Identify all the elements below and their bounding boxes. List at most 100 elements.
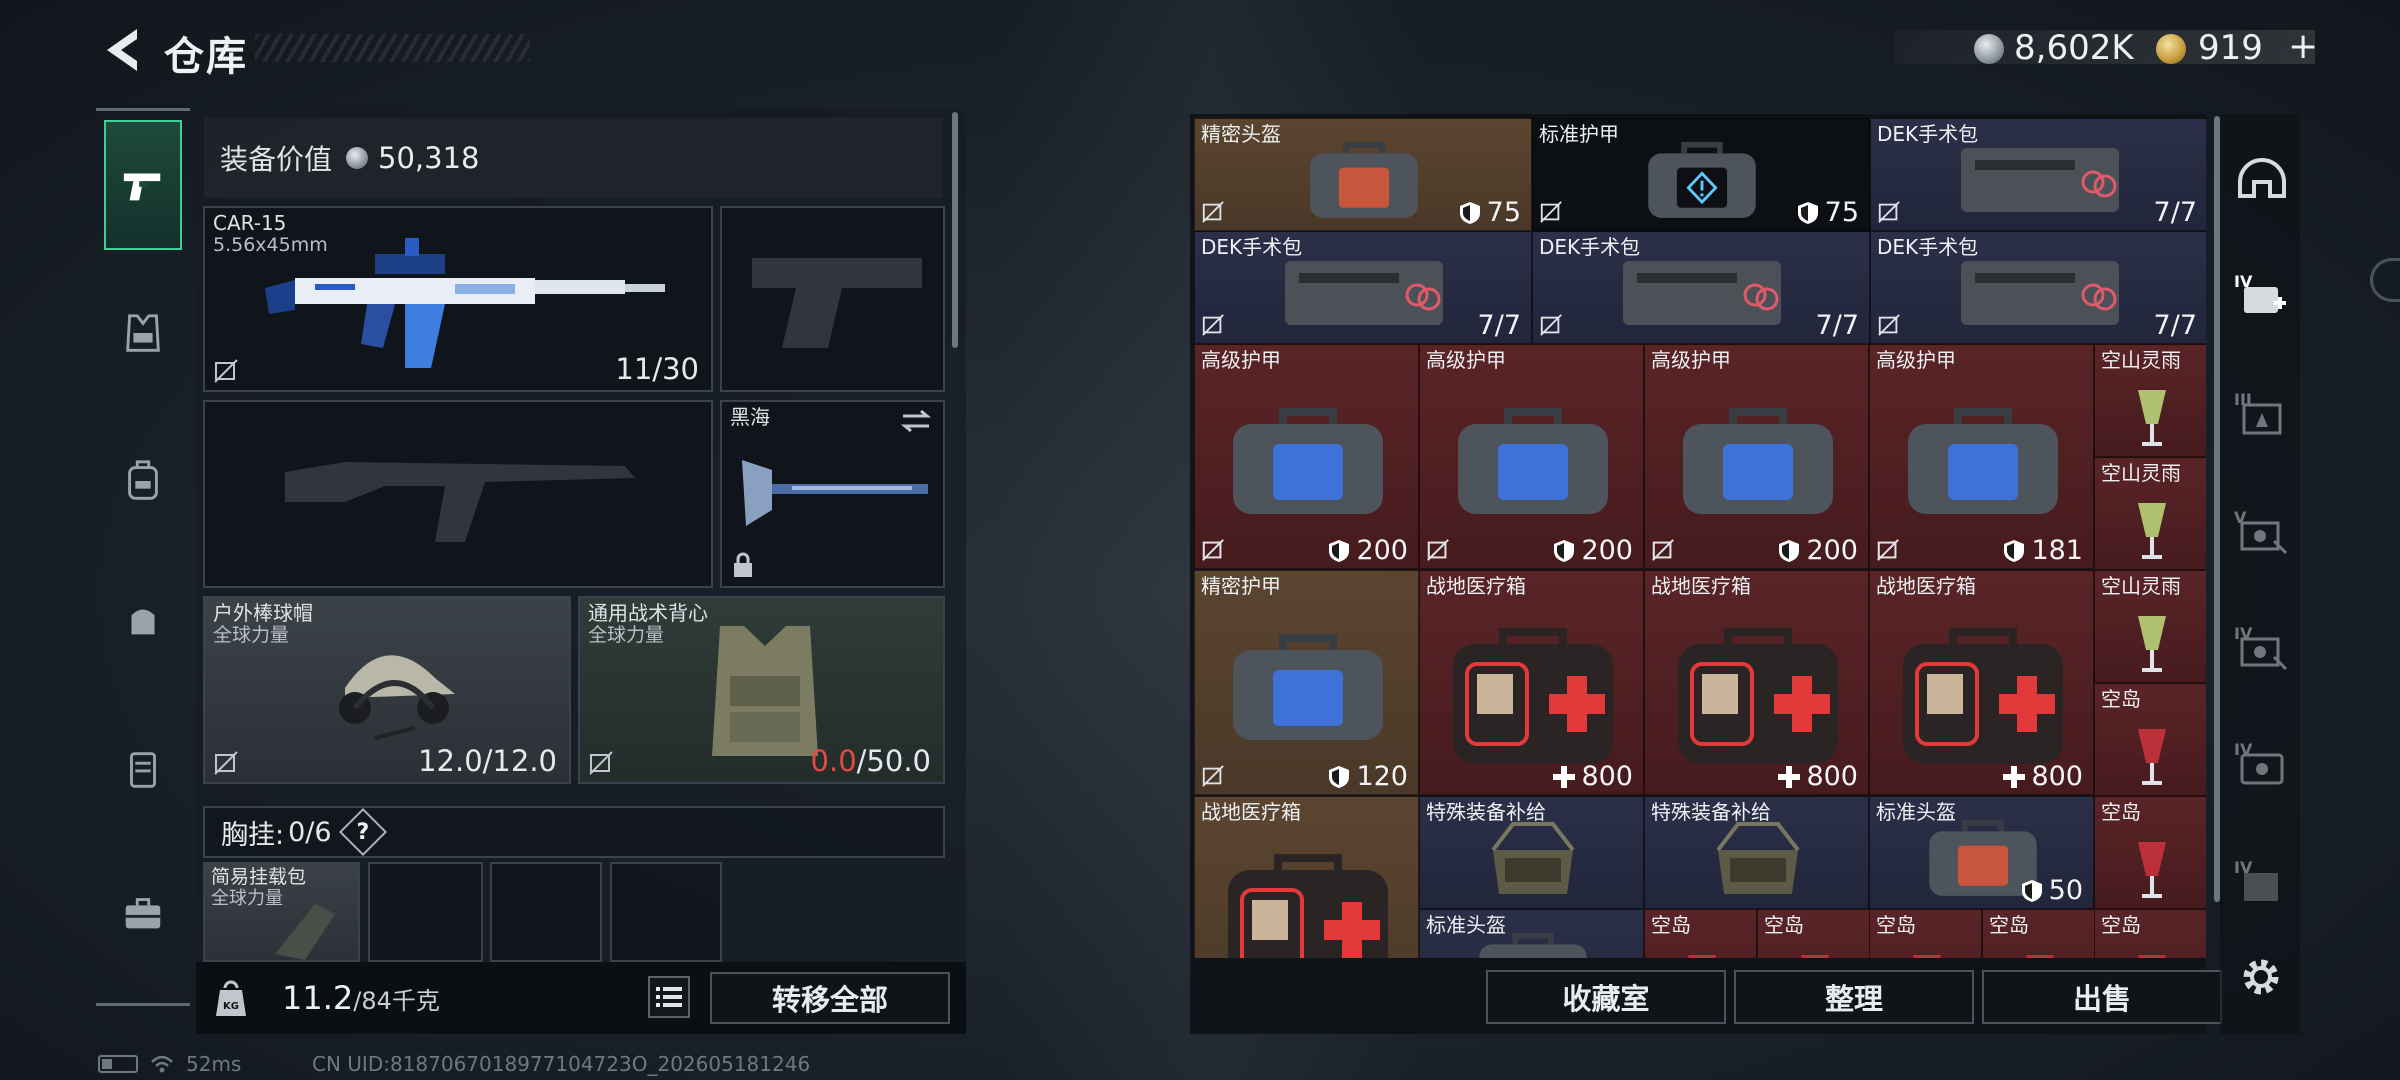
no-bind-icon — [1652, 539, 1674, 561]
collection-room-button[interactable]: 收藏室 — [1486, 970, 1726, 1024]
inventory-item[interactable]: 空岛 — [1757, 909, 1870, 958]
back-button[interactable] — [96, 22, 146, 78]
silver-coin-icon — [1974, 34, 2004, 64]
pistol-placeholder-icon — [752, 258, 922, 348]
armor-bag-icon — [1457, 407, 1608, 514]
no-bind-icon — [1540, 314, 1562, 336]
pack-iv-icon: IV — [2234, 858, 2278, 901]
no-bind-icon — [214, 751, 238, 775]
chest-rig-slot-2[interactable] — [368, 862, 483, 962]
settings-gear-icon[interactable] — [2236, 952, 2286, 1002]
tab-pouch[interactable] — [104, 556, 182, 686]
armor-slot[interactable]: 通用战术背心 全球力量 0.0/50.0 — [578, 596, 945, 784]
inventory-item[interactable]: 战地医疗箱 800 — [1419, 570, 1644, 795]
first-aid-box-icon — [1677, 627, 1838, 764]
inventory-item[interactable]: 战地医疗箱 — [1194, 796, 1419, 958]
melee-slot[interactable]: 黑海 — [720, 400, 945, 588]
inventory-item[interactable]: 空山灵雨 — [2094, 570, 2206, 683]
chest-help-button[interactable]: ? — [338, 807, 387, 857]
equipment-value-row: 装备价值 50,318 — [204, 118, 942, 198]
chest-rig-slot-4[interactable] — [610, 862, 722, 962]
transfer-all-button[interactable]: 转移全部 — [710, 972, 950, 1024]
chest-rig-slot-3[interactable] — [490, 862, 602, 962]
tab-armor[interactable] — [104, 268, 182, 398]
currency-gold-value: 919 — [2198, 28, 2263, 68]
tab-medkit-IV[interactable]: IV — [2232, 266, 2292, 326]
item-value-text: 181 — [2031, 535, 2083, 566]
item-value: 800 — [1778, 761, 1858, 792]
backpack-icon — [128, 460, 158, 500]
tab-weapons[interactable] — [104, 120, 182, 250]
inventory-item[interactable]: 高级护甲 181 — [1869, 344, 2094, 569]
inventory-item[interactable]: 标准头盔 — [1419, 909, 1644, 958]
page-title: 仓库 — [164, 34, 248, 80]
inventory-item[interactable]: 标准头盔 50 — [1869, 796, 2094, 909]
inventory-item[interactable]: 战地医疗箱 800 — [1869, 570, 2094, 795]
item-value-text: 200 — [1581, 535, 1633, 566]
tab-backpack[interactable] — [104, 416, 182, 546]
tab-helmet-filter[interactable] — [2232, 150, 2292, 210]
tab-armor-III[interactable]: III — [2232, 384, 2292, 444]
inventory-item[interactable]: 空山灵雨 — [2094, 457, 2206, 570]
tab-card-IV[interactable]: IV — [2232, 734, 2292, 794]
armor-bag-icon — [1907, 407, 2058, 514]
inventory-item[interactable]: DEK手术包 7/7 — [1194, 231, 1532, 344]
inventory-item[interactable]: 特殊装备补给 — [1644, 796, 1869, 909]
primary-weapon-slot[interactable]: CAR-15 5.56x45mm 11/30 — [203, 206, 713, 392]
item-value: 75 — [1797, 197, 1859, 228]
inventory-item[interactable]: 特殊装备补给 — [1419, 796, 1644, 909]
sort-button[interactable]: 整理 — [1734, 970, 1974, 1024]
armor-faction: 全球力量 — [588, 624, 665, 646]
no-bind-icon — [1878, 201, 1900, 223]
item-name: 空岛 — [2101, 913, 2141, 937]
item-value-text: 120 — [1356, 761, 1408, 792]
inventory-item[interactable]: 空岛 — [2094, 796, 2206, 909]
tab-key-V[interactable]: V — [2232, 502, 2292, 562]
inventory-item[interactable]: 高级护甲 200 — [1419, 344, 1644, 569]
inventory-item[interactable]: 空岛 — [1982, 909, 2095, 958]
equipment-scrollbar[interactable] — [952, 112, 958, 348]
armor-iii-icon: III — [2234, 390, 2282, 435]
inventory-item[interactable]: 空山灵雨 — [2094, 344, 2206, 457]
pouch-icon — [131, 609, 155, 635]
inventory-item[interactable]: DEK手术包 7/7 — [1532, 231, 1870, 344]
cocktail-icon — [2137, 728, 2166, 785]
inventory-grid: 精密头盔 75 标准护甲 75 DEK手术包 7/7 DEK手术包 7/7 DEK手术包 7/7 D… — [1194, 118, 2206, 958]
item-value-text: 200 — [1806, 535, 1858, 566]
inventory-item[interactable]: 精密头盔 75 — [1194, 118, 1532, 231]
cocktail-icon — [2025, 954, 2054, 958]
surgical-kit-icon — [1623, 260, 1781, 325]
inventory-item[interactable]: DEK手术包 7/7 — [1870, 118, 2206, 231]
battery-icon — [98, 1055, 138, 1073]
inventory-item[interactable]: 空岛 — [1869, 909, 1982, 958]
helmet-slot[interactable]: 户外棒球帽 全球力量 12.0/12.0 — [203, 596, 571, 784]
inventory-item[interactable]: 精密护甲 120 — [1194, 570, 1419, 795]
swap-icon[interactable] — [899, 408, 933, 434]
inventory-item[interactable]: 空岛 — [2094, 909, 2206, 958]
axe-icon — [742, 460, 928, 526]
sell-button[interactable]: 出售 — [1982, 970, 2222, 1024]
surgical-kit-icon — [1285, 260, 1443, 325]
secondary-weapon-slot-empty[interactable] — [203, 400, 713, 588]
inventory-item[interactable]: 高级护甲 200 — [1644, 344, 1869, 569]
item-value: 7/7 — [1478, 310, 1521, 341]
key-iv-icon: IV — [2234, 624, 2288, 671]
tab-toolbox[interactable] — [104, 848, 182, 978]
list-view-button[interactable] — [648, 976, 690, 1018]
toolbox-icon — [125, 898, 161, 929]
add-currency-button[interactable]: + — [2288, 26, 2318, 67]
pistol-slot-empty[interactable] — [720, 206, 945, 392]
supply-crate-icon — [1490, 821, 1575, 894]
weight-max: /84千克 — [353, 986, 440, 1015]
tab-container[interactable] — [104, 704, 182, 834]
inventory-item[interactable]: DEK手术包 7/7 — [1870, 231, 2206, 344]
inventory-item[interactable]: 空岛 — [2094, 683, 2206, 796]
inventory-item[interactable]: 高级护甲 200 — [1194, 344, 1419, 569]
inventory-item[interactable]: 战地医疗箱 800 — [1644, 570, 1869, 795]
inventory-item[interactable]: 空岛 — [1644, 909, 1757, 958]
tab-key-IV[interactable]: IV — [2232, 618, 2292, 678]
chest-rig-slot-1[interactable]: 简易挂载包 全球力量 — [203, 862, 360, 962]
inventory-item[interactable]: 标准护甲 75 — [1532, 118, 1870, 231]
tab-pack-IV[interactable]: IV — [2232, 852, 2292, 912]
supply-crate-icon — [1715, 821, 1800, 894]
